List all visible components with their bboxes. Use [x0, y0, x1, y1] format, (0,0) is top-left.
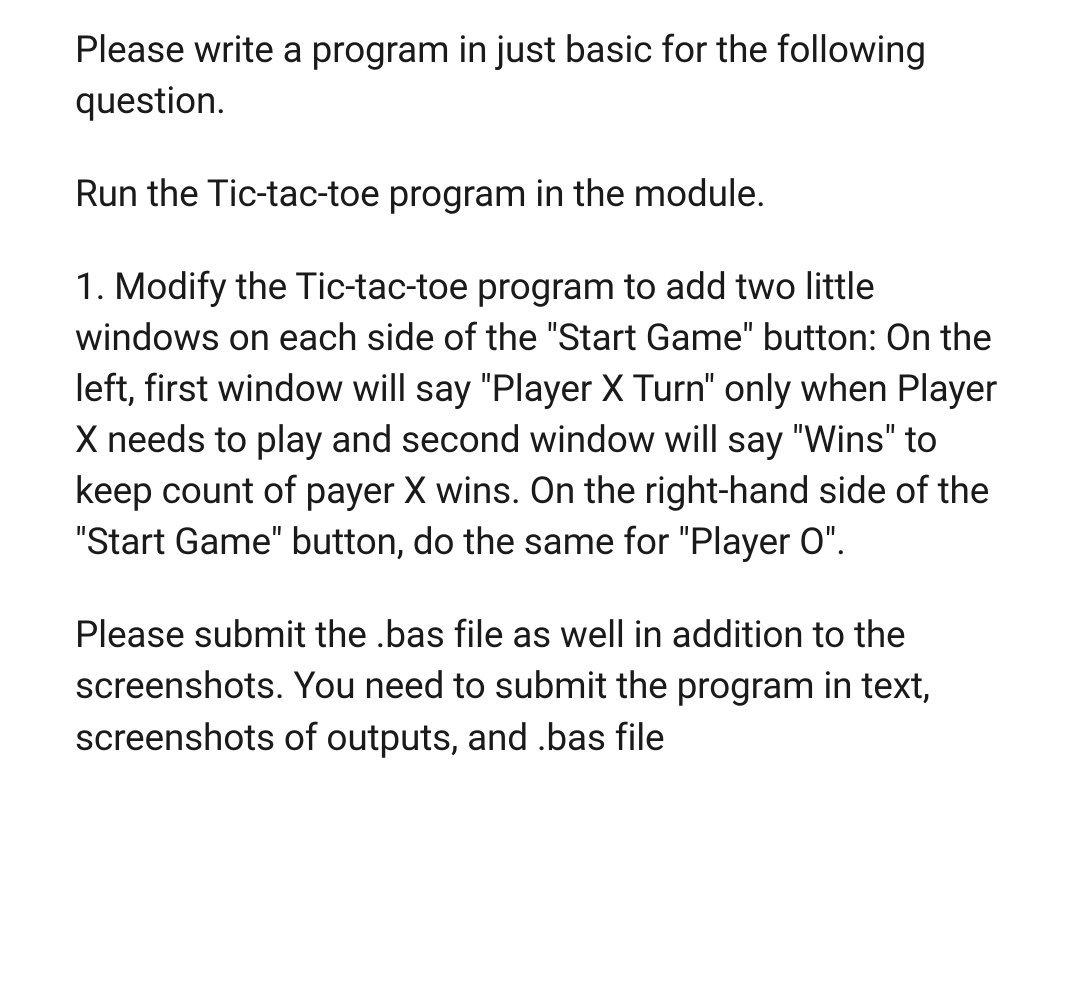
run-instruction-paragraph: Run the Tic-tac-toe program in the modul… [75, 169, 1005, 220]
intro-paragraph: Please write a program in just basic for… [75, 25, 1005, 127]
modification-instruction-paragraph: 1. Modify the Tic-tac-toe program to add… [75, 262, 1005, 568]
submission-instruction-paragraph: Please submit the .bas file as well in a… [75, 610, 1005, 763]
